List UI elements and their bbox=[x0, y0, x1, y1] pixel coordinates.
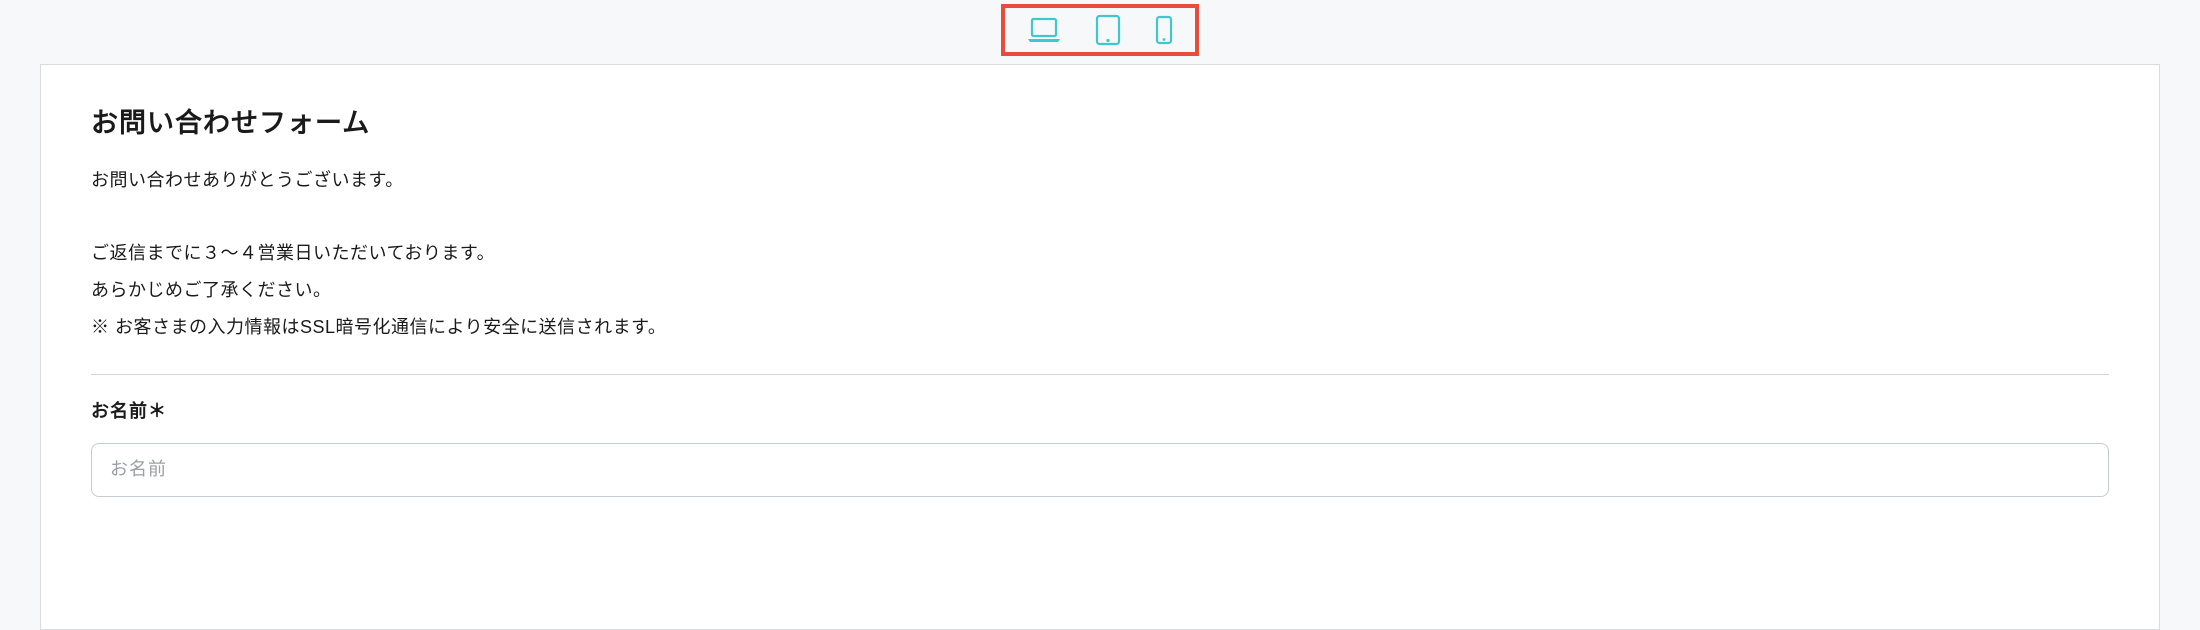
form-intro: お問い合わせありがとうございます。 ご返信までに３〜４営業日いただいております。… bbox=[91, 162, 2109, 346]
laptop-icon bbox=[1027, 17, 1061, 43]
device-desktop-button[interactable] bbox=[1027, 17, 1061, 43]
intro-text-line: ご返信までに３〜４営業日いただいております。 bbox=[91, 235, 2109, 272]
device-tablet-button[interactable] bbox=[1095, 14, 1121, 46]
preview-toolbar bbox=[0, 0, 2200, 60]
form-preview-frame: お問い合わせフォーム お問い合わせありがとうございます。 ご返信までに３〜４営業… bbox=[40, 64, 2160, 630]
tablet-icon bbox=[1095, 14, 1121, 46]
intro-text-line: あらかじめご了承ください。 bbox=[91, 272, 2109, 309]
device-switcher bbox=[1001, 4, 1199, 56]
form-divider bbox=[91, 374, 2109, 375]
device-mobile-button[interactable] bbox=[1155, 15, 1173, 45]
name-field-label: お名前＊ bbox=[91, 397, 2109, 423]
mobile-icon bbox=[1155, 15, 1173, 45]
name-input[interactable] bbox=[91, 443, 2109, 497]
intro-text-line: お問い合わせありがとうございます。 bbox=[91, 162, 2109, 199]
form-title: お問い合わせフォーム bbox=[91, 101, 2109, 140]
intro-text-line: ※ お客さまの入力情報はSSL暗号化通信により安全に送信されます。 bbox=[91, 309, 2109, 346]
